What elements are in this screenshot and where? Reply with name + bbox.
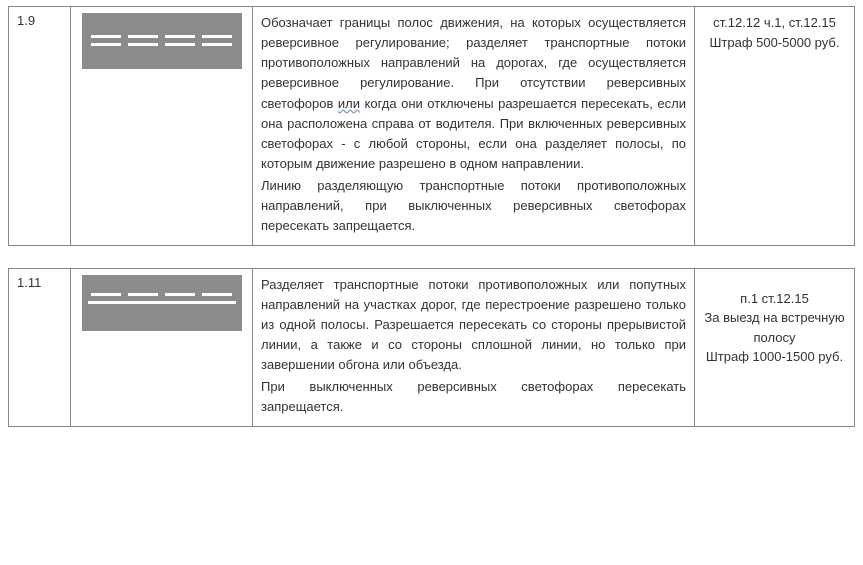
traffic-rules-table-1: 1.9 Обозначает границы полос движения, н…: [8, 6, 855, 246]
description-paragraph: Линию разделяющую транспортные потоки пр…: [261, 176, 686, 236]
rule-number: 1.9: [17, 13, 35, 28]
description-cell: Разделяет транспортные потоки противопол…: [253, 268, 695, 426]
road-marking-icon: [82, 275, 242, 331]
rule-number-cell: 1.9: [9, 7, 71, 246]
law-reference: п.1 ст.12.15: [703, 289, 846, 309]
penalty-text: полосу: [703, 328, 846, 348]
sign-cell: [71, 268, 253, 426]
traffic-rules-table-2: 1.11 Разделяет транспортные потоки проти…: [8, 268, 855, 427]
sign-cell: [71, 7, 253, 246]
penalty-text: Штраф 1000-1500 руб.: [703, 347, 846, 367]
table-row: 1.9 Обозначает границы полос движения, н…: [9, 7, 855, 246]
road-marking-icon: [82, 13, 242, 69]
law-reference: ст.12.12 ч.1, ст.12.15: [703, 13, 846, 33]
description-paragraph: Обозначает границы полос движения, на ко…: [261, 13, 686, 174]
underlined-text: или: [338, 96, 360, 111]
table-row: 1.11 Разделяет транспортные потоки проти…: [9, 268, 855, 426]
description-paragraph: При выключенных реверсивных светофорах п…: [261, 377, 686, 417]
description-paragraph: Разделяет транспортные потоки противопол…: [261, 275, 686, 376]
rule-number-cell: 1.11: [9, 268, 71, 426]
penalty-text: За выезд на встречную: [703, 308, 846, 328]
penalty-text: Штраф 500-5000 руб.: [703, 33, 846, 53]
law-cell: ст.12.12 ч.1, ст.12.15 Штраф 500-5000 ру…: [695, 7, 855, 246]
description-cell: Обозначает границы полос движения, на ко…: [253, 7, 695, 246]
rule-number: 1.11: [17, 275, 41, 290]
law-cell: п.1 ст.12.15 За выезд на встречную полос…: [695, 268, 855, 426]
